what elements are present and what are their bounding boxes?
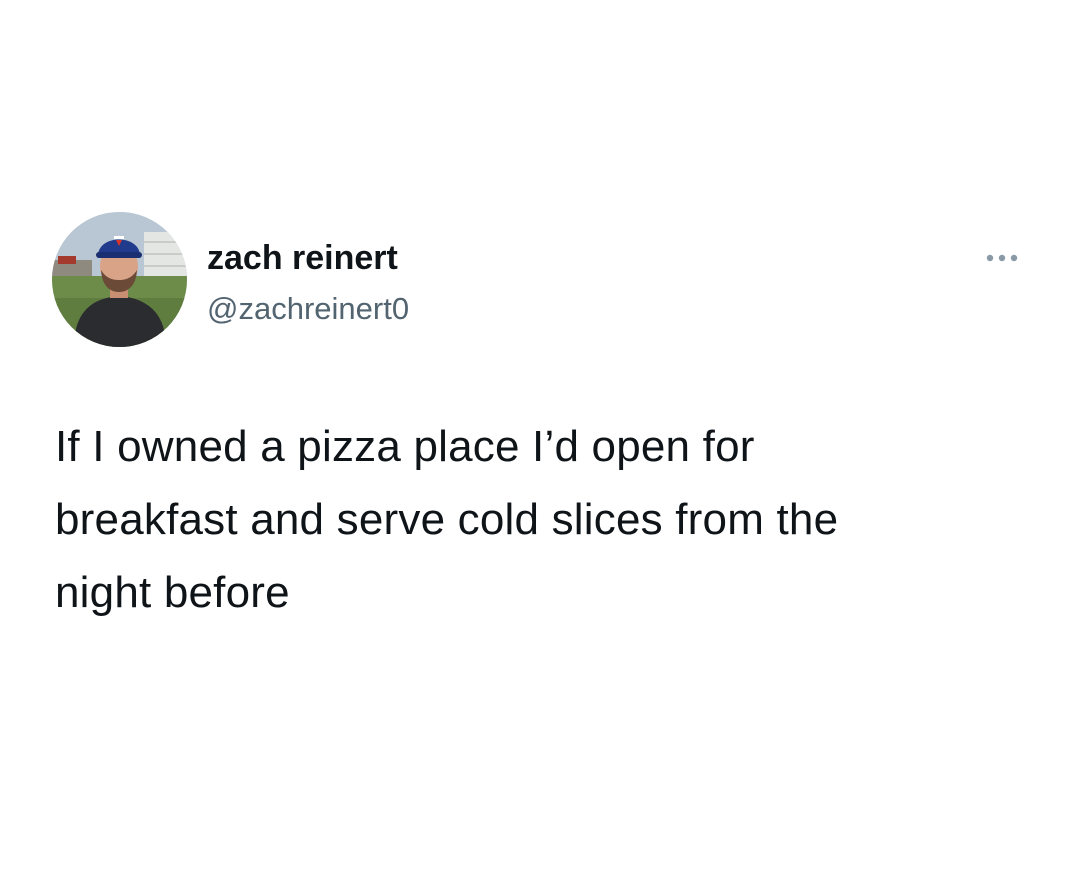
more-options-button[interactable] xyxy=(978,246,1026,270)
author-avatar[interactable] xyxy=(52,212,187,347)
author-display-name[interactable]: zach reinert xyxy=(207,236,398,280)
author-handle[interactable]: @zachreinert0 xyxy=(207,288,409,330)
tweet-card: zach reinert @zachreinert0 If I owned a … xyxy=(0,0,1080,887)
tweet-text: If I owned a pizza place I’d open for br… xyxy=(55,422,839,617)
profile-photo-icon xyxy=(52,212,187,347)
more-options-icon xyxy=(986,254,1018,262)
